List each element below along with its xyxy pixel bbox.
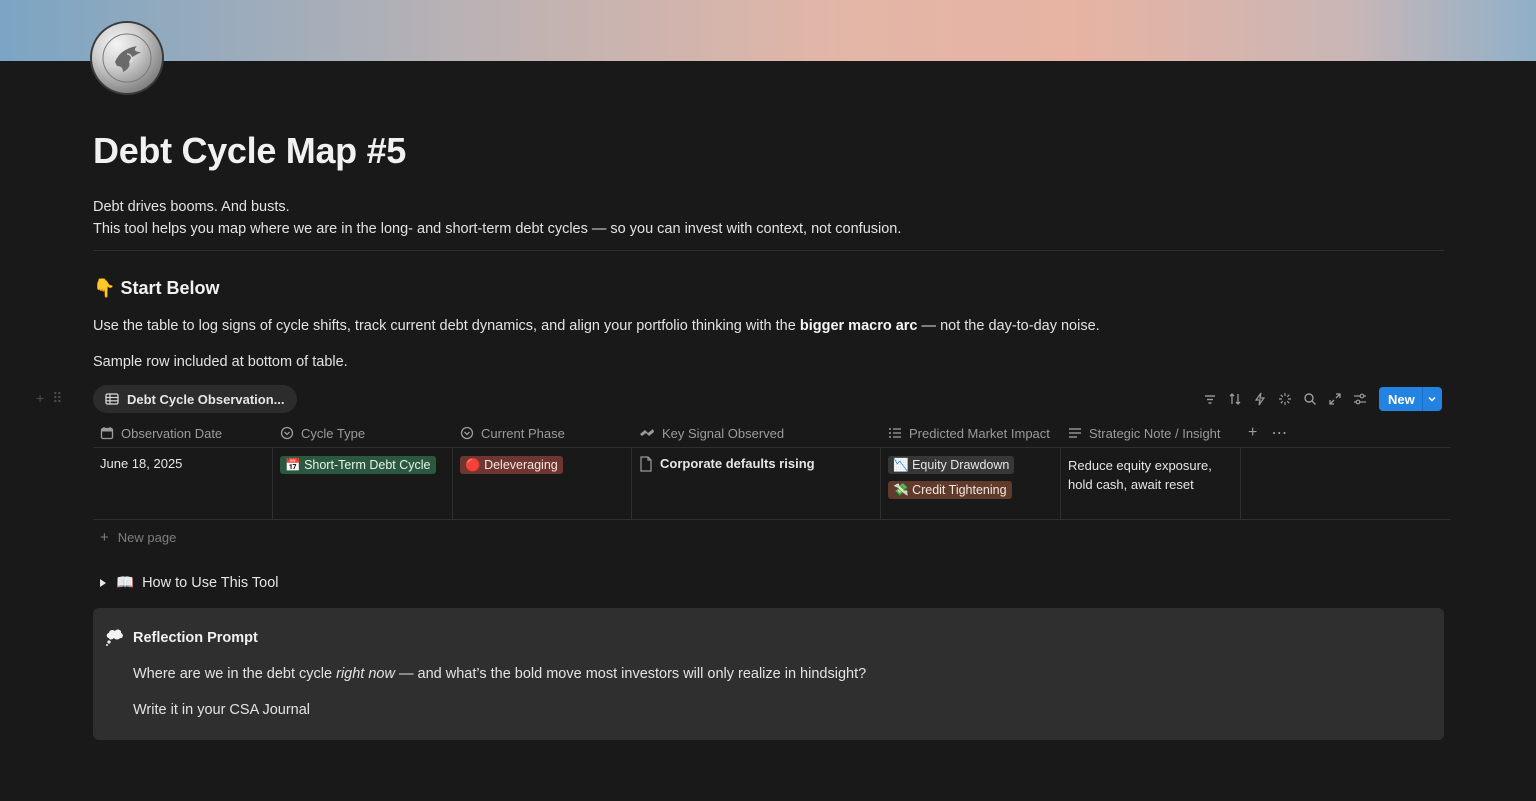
instructions-text: Use the table to log signs of cycle shif…	[93, 318, 800, 334]
text-icon	[1069, 428, 1081, 438]
ai-sparkle-icon[interactable]	[1277, 387, 1293, 411]
drag-handle-icon[interactable]: ⠿	[52, 390, 62, 407]
new-page-button[interactable]: + New page	[100, 529, 176, 546]
section-heading-text: Start Below	[120, 278, 220, 298]
multi-select-icon	[889, 428, 901, 438]
title-icon	[640, 429, 654, 436]
cell-cycle-type[interactable]: 📅 Short-Term Debt Cycle	[273, 448, 453, 519]
key-signal-title[interactable]: Corporate defaults rising	[660, 456, 815, 471]
database-view-tab[interactable]: Debt Cycle Observation...	[93, 385, 297, 413]
date-value: June 18, 2025	[100, 456, 183, 471]
automation-lightning-icon[interactable]	[1252, 387, 1268, 411]
page-document-icon	[640, 456, 652, 472]
open-book-icon: 📖	[116, 575, 135, 591]
column-header-observation-date[interactable]: Observation Date	[93, 419, 273, 447]
page-cover[interactable]	[0, 0, 1536, 61]
cell-strategic-note[interactable]: Reduce equity exposure, hold cash, await…	[1061, 448, 1241, 519]
column-label: Predicted Market Impact	[909, 425, 1050, 441]
sample-note: Sample row included at bottom of table.	[93, 354, 348, 370]
column-header-key-signal[interactable]: Key Signal Observed	[632, 419, 881, 447]
eagle-coin-icon	[102, 33, 152, 83]
tag-cycle-type: 📅 Short-Term Debt Cycle	[280, 456, 436, 474]
cell-key-signal[interactable]: Corporate defaults rising	[632, 448, 881, 519]
add-column-icon[interactable]: +	[1248, 424, 1257, 442]
column-header-market-impact[interactable]: Predicted Market Impact	[881, 419, 1061, 447]
tag-label: Equity Drawdown	[912, 458, 1010, 472]
thought-bubble-icon	[106, 629, 123, 646]
calendar-emoji-icon: 📅	[285, 458, 301, 472]
toggle-how-to-use[interactable]: 📖 How to Use This Tool	[98, 574, 279, 591]
column-label: Key Signal Observed	[662, 425, 785, 441]
column-header-current-phase[interactable]: Current Phase	[453, 419, 632, 447]
intro-line-2: This tool helps you map where we are in …	[93, 221, 902, 237]
toggle-triangle-icon[interactable]	[98, 578, 108, 588]
view-tab-label: Debt Cycle Observation...	[127, 391, 285, 407]
tag-label: Short-Term Debt Cycle	[304, 458, 431, 472]
instructions-paragraph: Use the table to log signs of cycle shif…	[93, 318, 1100, 334]
chart-decreasing-icon: 📉	[893, 458, 909, 472]
column-actions: + ⋯	[1241, 419, 1301, 447]
note-line-1: Reduce equity exposure,	[1068, 458, 1212, 473]
table-row[interactable]: June 18, 2025 📅 Short-Term Debt Cycle 🔴 …	[93, 448, 1451, 520]
instructions-text-end: — not the day-to-day noise.	[917, 318, 1100, 334]
row-filler	[1241, 448, 1451, 519]
search-icon[interactable]	[1302, 387, 1318, 411]
select-icon	[460, 426, 474, 440]
prompt-text-end: — and what’s the bold move most investor…	[394, 666, 867, 682]
red-circle-icon: 🔴	[465, 458, 481, 472]
page-title: Debt Cycle Map #5	[93, 130, 407, 171]
filter-icon[interactable]	[1202, 387, 1218, 411]
new-button-label[interactable]: New	[1379, 387, 1422, 411]
cell-market-impact[interactable]: 📉 Equity Drawdown 💸 Credit Tightening	[881, 448, 1061, 519]
tag-label: Credit Tightening	[912, 483, 1007, 497]
tag-credit-tightening: 💸 Credit Tightening	[888, 481, 1012, 499]
note-line-2: hold cash, await reset	[1068, 477, 1194, 492]
prompt-text: Where are we in the debt cycle	[133, 666, 337, 682]
cell-observation-date[interactable]: June 18, 2025	[93, 448, 273, 519]
sort-icon[interactable]	[1227, 387, 1243, 411]
callout-prompt: Where are we in the debt cycle right now…	[133, 666, 866, 682]
tag-equity-drawdown: 📉 Equity Drawdown	[888, 456, 1015, 474]
database-toolbar: New	[1202, 387, 1442, 411]
cell-current-phase[interactable]: 🔴 Deleveraging	[453, 448, 632, 519]
toggle-label: How to Use This Tool	[142, 574, 279, 591]
tag-current-phase: 🔴 Deleveraging	[460, 456, 563, 474]
table-header: Observation Date Cycle Type Current Phas…	[93, 419, 1451, 448]
add-block-icon[interactable]: +	[36, 390, 44, 407]
instructions-bold: bigger macro arc	[799, 318, 918, 334]
settings-sliders-icon[interactable]	[1352, 387, 1368, 411]
column-label: Cycle Type	[301, 425, 366, 441]
column-label: Observation Date	[121, 425, 223, 441]
money-wings-icon: 💸	[893, 483, 909, 497]
table-icon	[105, 393, 119, 405]
section-heading: 👇 Start Below	[93, 278, 219, 299]
calendar-icon	[100, 427, 114, 440]
new-record-button[interactable]: New	[1379, 387, 1442, 411]
block-handles[interactable]: + ⠿	[36, 390, 62, 407]
callout-title: Reflection Prompt	[133, 630, 258, 646]
intro-text: Debt drives booms. And busts. This tool …	[93, 196, 901, 240]
new-page-label: New page	[117, 530, 177, 545]
pointing-down-icon: 👇	[93, 278, 116, 298]
column-label: Current Phase	[481, 425, 565, 441]
column-header-strategic-note[interactable]: Strategic Note / Insight	[1061, 419, 1241, 447]
divider	[93, 250, 1444, 251]
callout-action: Write it in your CSA Journal	[133, 702, 311, 718]
prompt-italic: right now	[336, 666, 395, 682]
column-header-cycle-type[interactable]: Cycle Type	[273, 419, 453, 447]
column-label: Strategic Note / Insight	[1089, 425, 1221, 441]
chevron-down-icon[interactable]	[1421, 387, 1442, 411]
database-table: Observation Date Cycle Type Current Phas…	[93, 419, 1451, 520]
more-options-icon[interactable]: ⋯	[1271, 423, 1287, 443]
expand-icon[interactable]	[1327, 387, 1343, 411]
tag-label: Deleveraging	[484, 458, 558, 472]
select-icon	[280, 426, 294, 440]
plus-icon: +	[100, 529, 109, 546]
intro-line-1: Debt drives booms. And busts.	[93, 199, 290, 215]
page-icon-coin[interactable]	[92, 23, 162, 93]
reflection-callout: Reflection Prompt Where are we in the de…	[93, 608, 1444, 740]
